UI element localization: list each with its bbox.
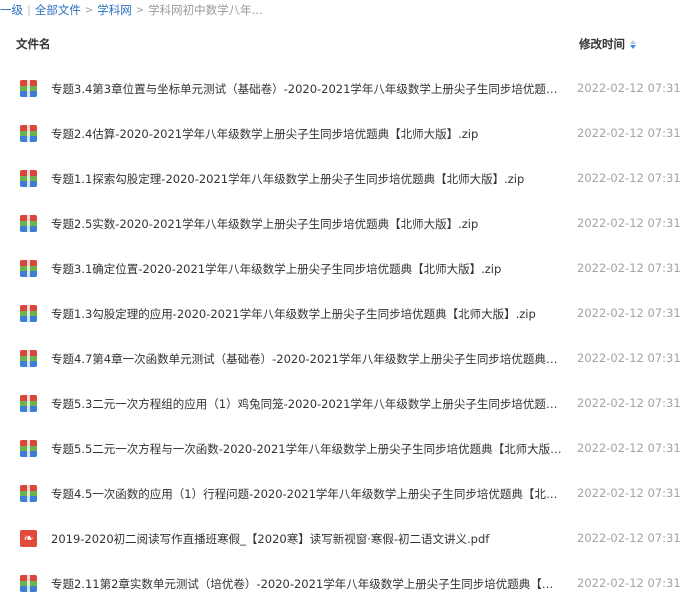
column-header-time[interactable]: 修改时间 bbox=[579, 36, 636, 52]
file-name[interactable]: 专题5.5二元一次方程与一次函数-2020-2021学年八年级数学上册尖子生同步… bbox=[51, 441, 563, 457]
file-modified-time: 2022-02-12 07:31 bbox=[577, 171, 680, 185]
file-modified-time: 2022-02-12 07:31 bbox=[577, 441, 680, 455]
file-modified-time: 2022-02-12 07:31 bbox=[577, 261, 680, 275]
file-row[interactable]: 专题3.4第3章位置与坐标单元测试（基础卷）-2020-2021学年八年级数学上… bbox=[0, 66, 680, 111]
file-list: 专题3.4第3章位置与坐标单元测试（基础卷）-2020-2021学年八年级数学上… bbox=[0, 66, 680, 606]
file-row[interactable]: 专题4.5一次函数的应用（1）行程问题-2020-2021学年八年级数学上册尖子… bbox=[0, 471, 680, 516]
zip-file-icon bbox=[20, 440, 37, 457]
zip-file-icon bbox=[20, 575, 37, 592]
file-modified-time: 2022-02-12 07:31 bbox=[577, 306, 680, 320]
zip-file-icon bbox=[20, 125, 37, 142]
file-row[interactable]: 专题4.7第4章一次函数单元测试（基础卷）-2020-2021学年八年级数学上册… bbox=[0, 336, 680, 381]
file-name[interactable]: 专题2.4估算-2020-2021学年八年级数学上册尖子生同步培优题典【北师大版… bbox=[51, 126, 563, 142]
zip-file-icon bbox=[20, 485, 37, 502]
file-row[interactable]: 专题2.11第2章实数单元测试（培优卷）-2020-2021学年八年级数学上册尖… bbox=[0, 561, 680, 606]
file-row[interactable]: 专题5.5二元一次方程与一次函数-2020-2021学年八年级数学上册尖子生同步… bbox=[0, 426, 680, 471]
file-row[interactable]: 专题2.4估算-2020-2021学年八年级数学上册尖子生同步培优题典【北师大版… bbox=[0, 111, 680, 156]
zip-file-icon bbox=[20, 80, 37, 97]
column-header-time-label: 修改时间 bbox=[579, 37, 625, 51]
file-modified-time: 2022-02-12 07:31 bbox=[577, 396, 680, 410]
breadcrumb-all-files-link[interactable]: 全部文件 bbox=[35, 2, 81, 18]
breadcrumb-chevron-icon: > bbox=[84, 4, 94, 16]
file-name[interactable]: 专题5.3二元一次方程组的应用（1）鸡兔同笼-2020-2021学年八年级数学上… bbox=[51, 396, 563, 412]
file-row[interactable]: 专题3.1确定位置-2020-2021学年八年级数学上册尖子生同步培优题典【北师… bbox=[0, 246, 680, 291]
breadcrumb-chevron-icon: > bbox=[135, 4, 145, 16]
file-name[interactable]: 专题4.7第4章一次函数单元测试（基础卷）-2020-2021学年八年级数学上册… bbox=[51, 351, 563, 367]
pdf-file-icon: ❧ bbox=[20, 530, 37, 547]
zip-file-icon bbox=[20, 305, 37, 322]
file-name[interactable]: 专题2.11第2章实数单元测试（培优卷）-2020-2021学年八年级数学上册尖… bbox=[51, 576, 563, 592]
file-row[interactable]: 专题1.3勾股定理的应用-2020-2021学年八年级数学上册尖子生同步培优题典… bbox=[0, 291, 680, 336]
file-row[interactable]: 专题1.1探索勾股定理-2020-2021学年八年级数学上册尖子生同步培优题典【… bbox=[0, 156, 680, 201]
file-modified-time: 2022-02-12 07:31 bbox=[577, 351, 680, 365]
breadcrumb-separator: | bbox=[27, 3, 31, 17]
file-row[interactable]: ❧ 2019-2020初二阅读写作直播班寒假_【2020寒】读写新视窗·寒假-初二… bbox=[0, 516, 680, 561]
breadcrumb: 一级 | 全部文件 > 学科网 > 学科网初中数学八年... bbox=[0, 0, 680, 20]
file-modified-time: 2022-02-12 07:31 bbox=[577, 216, 680, 230]
breadcrumb-current: 学科网初中数学八年... bbox=[148, 3, 263, 17]
file-name[interactable]: 专题3.1确定位置-2020-2021学年八年级数学上册尖子生同步培优题典【北师… bbox=[51, 261, 563, 277]
breadcrumb-back-link[interactable]: 一级 bbox=[0, 2, 23, 18]
file-name[interactable]: 2019-2020初二阅读写作直播班寒假_【2020寒】读写新视窗·寒假-初二语… bbox=[51, 531, 563, 547]
file-modified-time: 2022-02-12 07:31 bbox=[577, 81, 680, 95]
file-name[interactable]: 专题4.5一次函数的应用（1）行程问题-2020-2021学年八年级数学上册尖子… bbox=[51, 486, 563, 502]
breadcrumb-site-link[interactable]: 学科网 bbox=[97, 2, 132, 18]
file-row[interactable]: 专题2.5实数-2020-2021学年八年级数学上册尖子生同步培优题典【北师大版… bbox=[0, 201, 680, 246]
file-modified-time: 2022-02-12 07:31 bbox=[577, 531, 680, 545]
zip-file-icon bbox=[20, 350, 37, 367]
file-list-header: 文件名 修改时间 bbox=[0, 28, 680, 58]
file-name[interactable]: 专题1.3勾股定理的应用-2020-2021学年八年级数学上册尖子生同步培优题典… bbox=[51, 306, 563, 322]
zip-file-icon bbox=[20, 215, 37, 232]
file-name[interactable]: 专题3.4第3章位置与坐标单元测试（基础卷）-2020-2021学年八年级数学上… bbox=[51, 81, 563, 97]
column-header-name[interactable]: 文件名 bbox=[16, 36, 51, 52]
zip-file-icon bbox=[20, 395, 37, 412]
zip-file-icon bbox=[20, 170, 37, 187]
file-modified-time: 2022-02-12 07:31 bbox=[577, 126, 680, 140]
file-modified-time: 2022-02-12 07:31 bbox=[577, 576, 680, 590]
sort-icon[interactable] bbox=[630, 39, 636, 49]
file-modified-time: 2022-02-12 07:31 bbox=[577, 486, 680, 500]
file-row[interactable]: 专题5.3二元一次方程组的应用（1）鸡兔同笼-2020-2021学年八年级数学上… bbox=[0, 381, 680, 426]
file-name[interactable]: 专题1.1探索勾股定理-2020-2021学年八年级数学上册尖子生同步培优题典【… bbox=[51, 171, 563, 187]
file-name[interactable]: 专题2.5实数-2020-2021学年八年级数学上册尖子生同步培优题典【北师大版… bbox=[51, 216, 563, 232]
zip-file-icon bbox=[20, 260, 37, 277]
